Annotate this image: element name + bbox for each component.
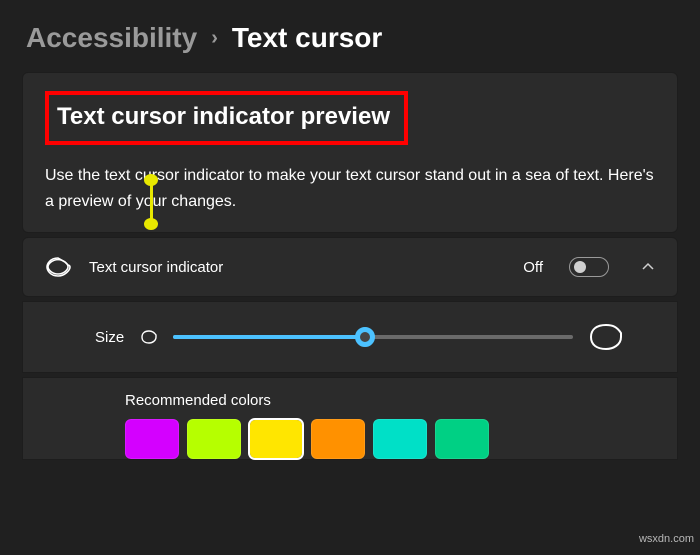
indicator-toggle-label: Text cursor indicator <box>89 259 223 276</box>
chevron-right-icon: › <box>211 27 218 50</box>
preview-title: Text cursor indicator preview <box>57 103 390 131</box>
colors-label: Recommended colors <box>45 392 655 409</box>
size-row: Size <box>22 301 678 373</box>
cursor-indicator-icon <box>45 256 71 278</box>
color-swatch[interactable] <box>249 419 303 459</box>
preview-desc-segment: preview of your changes. <box>54 193 236 210</box>
color-swatch[interactable] <box>373 419 427 459</box>
color-swatch[interactable] <box>187 419 241 459</box>
breadcrumb-current: Text cursor <box>232 22 382 54</box>
size-slider-fill <box>173 335 365 339</box>
color-swatch[interactable] <box>311 419 365 459</box>
preview-desc-segment: Use the text cu <box>45 167 152 184</box>
chevron-up-icon[interactable] <box>641 260 655 274</box>
indicator-toggle-row[interactable]: Text cursor indicator Off <box>22 237 678 297</box>
colors-row: Recommended colors <box>22 377 678 460</box>
toggle-state-label: Off <box>523 259 543 276</box>
watermark: wsxdn.com <box>639 533 694 545</box>
preview-panel: Text cursor indicator preview Use the te… <box>22 72 678 233</box>
size-min-icon <box>139 329 159 345</box>
color-swatch[interactable] <box>125 419 179 459</box>
breadcrumb: Accessibility › Text cursor <box>0 0 700 72</box>
size-slider[interactable] <box>173 335 573 339</box>
color-swatch[interactable] <box>435 419 489 459</box>
color-swatch-strip <box>45 419 655 459</box>
size-max-icon <box>587 322 625 352</box>
preview-description: Use the text cursor indicator to make yo… <box>45 163 655 214</box>
indicator-toggle[interactable] <box>569 257 609 277</box>
size-slider-thumb[interactable] <box>355 327 375 347</box>
preview-title-highlight: Text cursor indicator preview <box>45 91 408 145</box>
size-label: Size <box>45 329 125 346</box>
breadcrumb-parent[interactable]: Accessibility <box>26 22 197 54</box>
